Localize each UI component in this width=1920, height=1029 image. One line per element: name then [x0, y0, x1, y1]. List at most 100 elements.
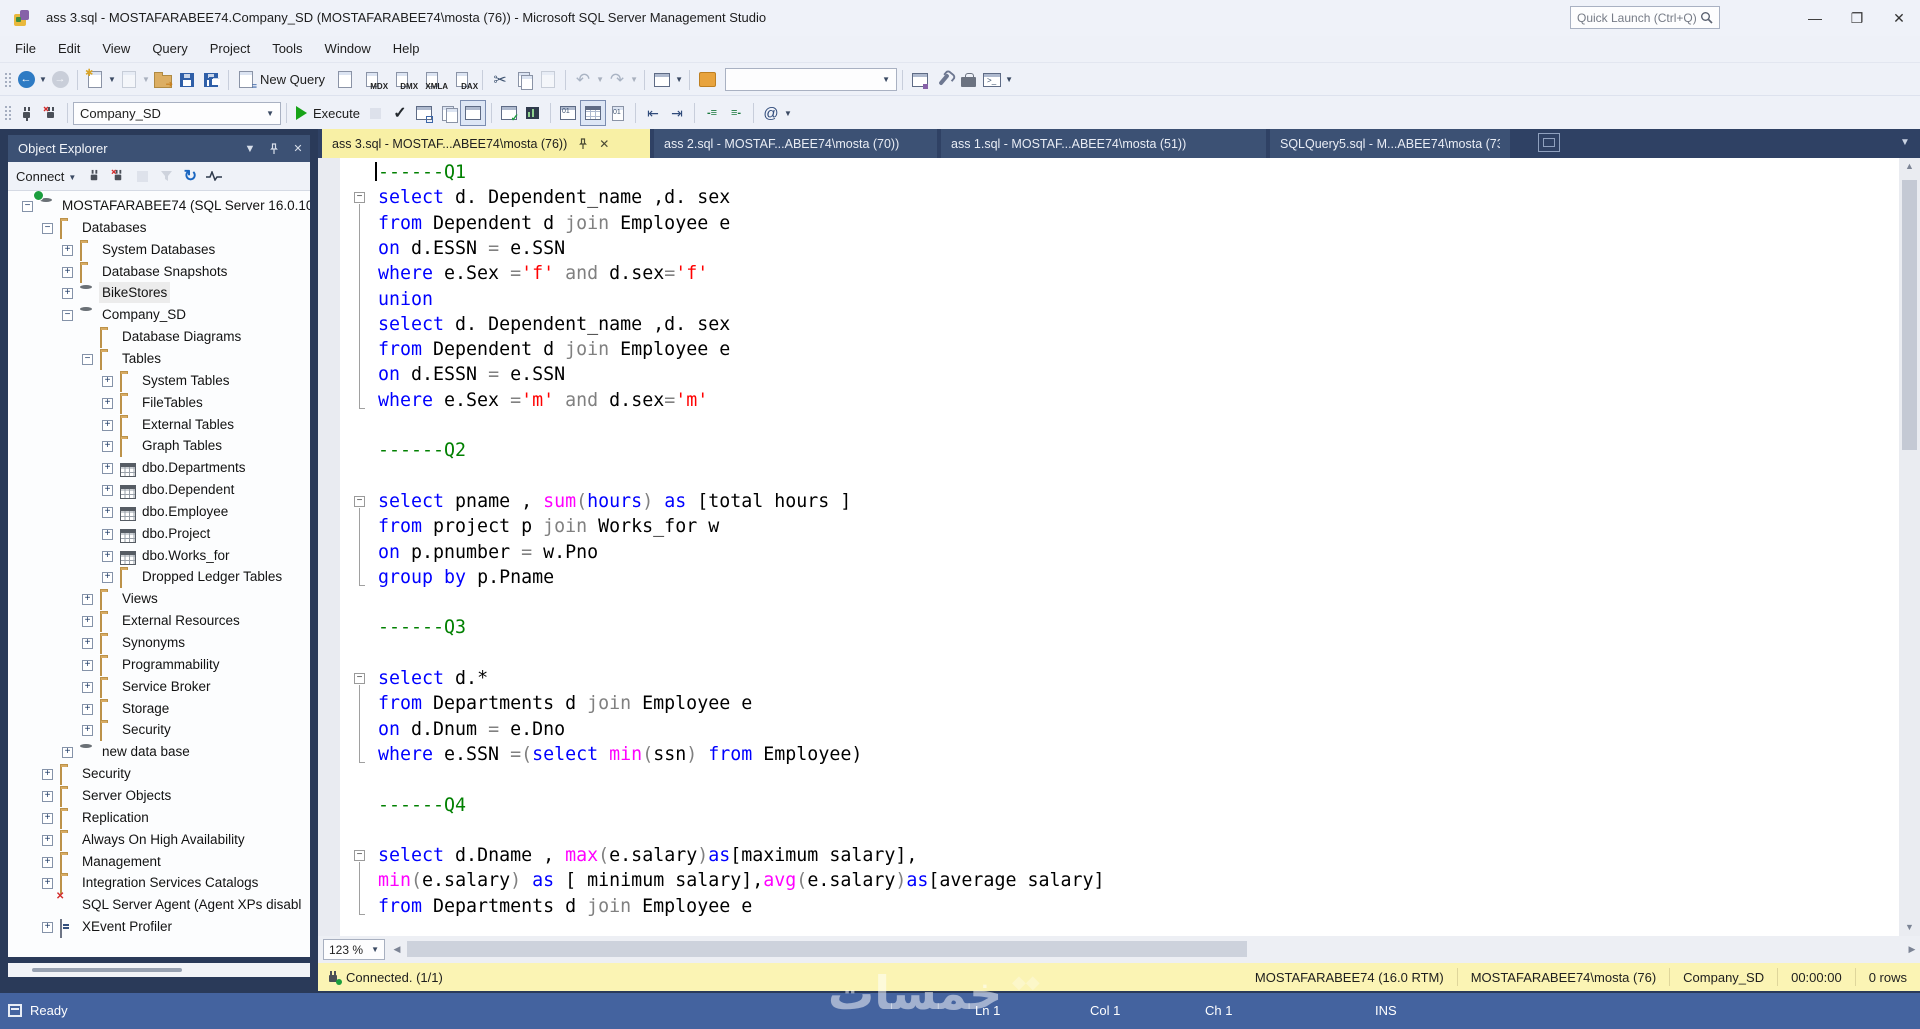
object-explorer-header[interactable]: Object Explorer ▼ ✕: [8, 135, 310, 162]
collapse-icon[interactable]: −: [82, 354, 93, 365]
expand-icon[interactable]: +: [82, 725, 93, 736]
tree-item[interactable]: +dbo.Project: [8, 524, 310, 545]
estimated-plan-button[interactable]: [412, 101, 436, 125]
activity-monitor-icon[interactable]: [202, 164, 226, 188]
tree-item[interactable]: +BikeStores: [8, 283, 310, 304]
new-item-button[interactable]: ✱: [83, 68, 107, 92]
expand-icon[interactable]: +: [42, 769, 53, 780]
scroll-right-icon[interactable]: ▶: [1904, 936, 1920, 963]
tree-item[interactable]: +Management: [8, 852, 310, 873]
copy-button[interactable]: [512, 68, 536, 92]
close-button[interactable]: ✕: [1878, 0, 1920, 36]
comment-button[interactable]: -≡: [700, 101, 724, 125]
tree-item[interactable]: −Databases: [8, 218, 310, 239]
code-line[interactable]: ------Q4: [378, 793, 466, 818]
document-tab[interactable]: ass 3.sql - MOSTAF...ABEE74\mosta (76))✕: [322, 129, 650, 158]
collapse-icon[interactable]: −: [62, 310, 73, 321]
orange-toolbox-icon[interactable]: [695, 68, 719, 92]
paste-button[interactable]: [536, 68, 560, 92]
expand-icon[interactable]: +: [42, 791, 53, 802]
expand-icon[interactable]: +: [42, 813, 53, 824]
code-line[interactable]: from Departments d join Employee e: [378, 691, 752, 716]
save-all-button[interactable]: [199, 68, 223, 92]
editor-split-icon[interactable]: [1538, 133, 1560, 152]
expand-icon[interactable]: +: [82, 616, 93, 627]
wrench-icon[interactable]: [932, 68, 956, 92]
change-connection-icon[interactable]: [38, 101, 62, 125]
database-engine-query-button[interactable]: [333, 68, 357, 92]
tree-item[interactable]: −Tables: [8, 349, 310, 370]
code-line[interactable]: select d.*: [378, 666, 488, 691]
new-query-icon[interactable]: ≡: [234, 68, 258, 92]
expand-icon[interactable]: +: [82, 704, 93, 715]
scroll-down-icon[interactable]: ▼: [1899, 919, 1920, 936]
tree-item[interactable]: +dbo.Departments: [8, 458, 310, 479]
add-item-button[interactable]: [117, 68, 141, 92]
tab-list-dropdown-icon[interactable]: ▼: [1900, 137, 1910, 148]
tree-item[interactable]: +External Resources: [8, 611, 310, 632]
tree-item[interactable]: +Integration Services Catalogs: [8, 873, 310, 894]
disconnect-plug-icon[interactable]: [106, 164, 130, 188]
toolbox-icon[interactable]: [956, 68, 980, 92]
menu-help[interactable]: Help: [382, 36, 431, 62]
scroll-left-icon[interactable]: ◀: [389, 936, 405, 963]
connect-dropdown[interactable]: ▼: [68, 173, 76, 182]
expand-icon[interactable]: +: [82, 594, 93, 605]
tree-item[interactable]: +Synonyms: [8, 633, 310, 654]
expand-icon[interactable]: +: [102, 398, 113, 409]
uncomment-button[interactable]: ≡-: [724, 101, 748, 125]
redo-button[interactable]: ↷: [605, 68, 629, 92]
expand-icon[interactable]: +: [102, 485, 113, 496]
expand-icon[interactable]: +: [82, 660, 93, 671]
tree-item[interactable]: +Storage: [8, 699, 310, 720]
mdx-query-button[interactable]: MDX: [357, 68, 387, 92]
filter-icon[interactable]: [154, 164, 178, 188]
expand-icon[interactable]: +: [62, 747, 73, 758]
tree-item[interactable]: +Replication: [8, 808, 310, 829]
increase-indent-button[interactable]: ⇥: [665, 101, 689, 125]
results-to-file-button[interactable]: 01: [606, 101, 630, 125]
collapse-outline-icon[interactable]: −: [354, 496, 365, 507]
cut-button[interactable]: ✂: [488, 68, 512, 92]
parse-query-button[interactable]: ✓: [388, 101, 412, 125]
tree-item[interactable]: +External Tables: [8, 415, 310, 436]
code-line[interactable]: ------Q2: [378, 438, 466, 463]
tree-item[interactable]: −MOSTAFARABEE74 (SQL Server 16.0.10: [8, 196, 310, 217]
code-editor[interactable]: ------Q1 select d. Dependent_name ,d. sex…: [318, 158, 1899, 936]
database-combobox[interactable]: Company_SD▼: [73, 102, 281, 125]
toolbar-grip[interactable]: [3, 71, 11, 89]
collapse-outline-icon[interactable]: −: [354, 192, 365, 203]
dmx-query-button[interactable]: DMX: [387, 68, 417, 92]
code-line[interactable]: select pname , sum(hours) as [total hour…: [378, 489, 851, 514]
expand-icon[interactable]: +: [102, 463, 113, 474]
code-line[interactable]: on d.ESSN = e.SSN: [378, 236, 565, 261]
expand-icon[interactable]: +: [62, 245, 73, 256]
decrease-indent-button[interactable]: ⇤: [641, 101, 665, 125]
code-line[interactable]: select d. Dependent_name ,d. sex: [378, 312, 730, 337]
code-line[interactable]: on d.Dnum = e.Dno: [378, 717, 565, 742]
tree-item[interactable]: +dbo.Works_for: [8, 546, 310, 567]
expand-icon[interactable]: +: [42, 878, 53, 889]
refresh-icon[interactable]: ↻: [178, 164, 202, 188]
undo-dropdown[interactable]: ▼: [595, 68, 605, 92]
scrollbar-thumb[interactable]: [1902, 180, 1917, 450]
redo-dropdown[interactable]: ▼: [629, 68, 639, 92]
intellisense-toggle[interactable]: [460, 100, 486, 126]
menu-view[interactable]: View: [91, 36, 141, 62]
menu-window[interactable]: Window: [314, 36, 382, 62]
monitor-icon[interactable]: [908, 68, 932, 92]
save-button[interactable]: [175, 68, 199, 92]
tree-item[interactable]: +dbo.Dependent: [8, 480, 310, 501]
editor-vscrollbar[interactable]: ▲ ▼: [1899, 158, 1920, 936]
menu-query[interactable]: Query: [141, 36, 198, 62]
scroll-up-icon[interactable]: ▲: [1899, 158, 1920, 175]
tree-item[interactable]: +Views: [8, 589, 310, 610]
tree-item[interactable]: +dbo.Employee: [8, 502, 310, 523]
code-line[interactable]: ------Q1: [378, 160, 466, 185]
results-to-grid-button[interactable]: [580, 100, 606, 126]
scrollbar-thumb[interactable]: [32, 968, 182, 972]
expand-icon[interactable]: +: [42, 835, 53, 846]
document-tab[interactable]: ass 1.sql - MOSTAF...ABEE74\mosta (51)): [941, 129, 1266, 158]
menu-project[interactable]: Project: [199, 36, 261, 62]
xmla-query-button[interactable]: XMLA: [417, 68, 447, 92]
